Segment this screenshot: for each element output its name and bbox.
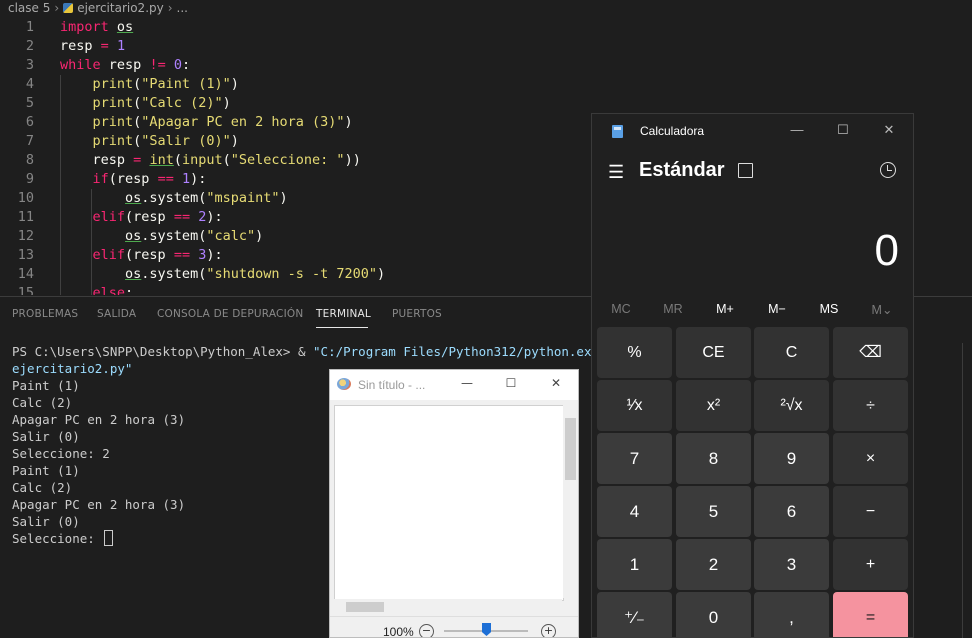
equals-button[interactable]: =: [833, 592, 908, 637]
tab-puertos[interactable]: PUERTOS: [392, 308, 442, 320]
tab-salida[interactable]: SALIDA: [97, 308, 136, 320]
reciprocal-button[interactable]: ¹⁄x: [597, 380, 672, 431]
vertical-scrollbar[interactable]: [563, 401, 578, 598]
zoom-slider-thumb[interactable]: [482, 623, 491, 636]
tab-terminal[interactable]: TERMINAL: [316, 308, 371, 320]
backspace-button[interactable]: ⌫: [833, 327, 908, 378]
calculator-app-icon: [612, 125, 623, 138]
breadcrumb-more[interactable]: ...: [177, 0, 188, 16]
digit-2-button[interactable]: 2: [676, 539, 751, 590]
tab-consola-depuracion[interactable]: CONSOLA DE DEPURACIÓN: [157, 308, 303, 320]
memory-list-button[interactable]: M⌄: [862, 302, 902, 317]
minimize-icon[interactable]: —: [457, 376, 477, 392]
digit-4-button[interactable]: 4: [597, 486, 672, 537]
breadcrumb-file[interactable]: ejercitario2.py: [77, 0, 164, 16]
hamburger-menu-icon[interactable]: ☰: [608, 162, 624, 183]
digit-9-button[interactable]: 9: [754, 433, 829, 484]
zoom-in-icon[interactable]: +: [541, 624, 556, 637]
calculator-title: Calculadora: [640, 124, 705, 138]
digit-6-button[interactable]: 6: [754, 486, 829, 537]
terminal-line: Apagar PC en 2 hora (3): [12, 497, 186, 512]
tab-problemas[interactable]: PROBLEMAS: [12, 308, 78, 320]
mr-button[interactable]: MR: [653, 302, 693, 316]
terminal-line: Apagar PC en 2 hora (3): [12, 412, 186, 427]
negate-button[interactable]: ⁺⁄₋: [597, 592, 672, 637]
zoom-out-icon[interactable]: −: [419, 624, 434, 637]
clear-entry-button[interactable]: CE: [676, 327, 751, 378]
close-icon[interactable]: ✕: [546, 376, 566, 392]
keep-on-top-icon[interactable]: [738, 163, 753, 178]
add-button[interactable]: +: [833, 539, 908, 590]
digit-5-button[interactable]: 5: [676, 486, 751, 537]
paint-app-icon: [337, 378, 351, 390]
chevron-right-icon: ›: [54, 1, 60, 15]
calculator-window[interactable]: Calculadora — ☐ ✕ ☰ Estándar 0 MC MR M+ …: [591, 113, 914, 638]
paint-titlebar[interactable]: Sin título - ... — ☐ ✕: [330, 370, 578, 400]
terminal-command-line: PS C:\Users\SNPP\Desktop\Python_Alex> & …: [12, 344, 637, 359]
paint-window[interactable]: Sin título - ... — ☐ ✕ 100% − +: [329, 369, 579, 638]
close-icon[interactable]: ✕: [880, 122, 898, 138]
paint-canvas[interactable]: [334, 405, 564, 601]
active-tab-indicator: [316, 327, 368, 328]
clear-button[interactable]: C: [754, 327, 829, 378]
scrollbar-thumb[interactable]: [565, 418, 576, 480]
breadcrumb-folder[interactable]: clase 5: [8, 0, 50, 16]
python-file-icon: [63, 3, 74, 13]
digit-8-button[interactable]: 8: [676, 433, 751, 484]
history-icon[interactable]: [880, 162, 896, 178]
terminal-cursor: [104, 530, 114, 546]
panel-divider: [962, 343, 972, 638]
horizontal-scrollbar[interactable]: [332, 599, 562, 614]
digit-7-button[interactable]: 7: [597, 433, 672, 484]
minimize-icon[interactable]: —: [788, 122, 806, 138]
subtract-button[interactable]: −: [833, 486, 908, 537]
terminal-line: Seleccione: 2: [12, 446, 110, 461]
maximize-icon[interactable]: ☐: [501, 376, 521, 392]
chevron-right-icon: ›: [167, 1, 173, 15]
multiply-button[interactable]: ×: [833, 433, 908, 484]
ms-button[interactable]: MS: [809, 302, 849, 316]
square-button[interactable]: x²: [676, 380, 751, 431]
paint-title: Sin título - ...: [358, 378, 426, 392]
calculator-mode-title: Estándar: [639, 159, 725, 181]
digit-0-button[interactable]: 0: [676, 592, 751, 637]
square-root-button[interactable]: ²√x: [754, 380, 829, 431]
terminal-line: Salir (0): [12, 429, 80, 444]
scrollbar-thumb[interactable]: [346, 602, 384, 612]
divide-button[interactable]: ÷: [833, 380, 908, 431]
calculator-display: 0: [874, 226, 899, 275]
terminal-input-line[interactable]: Seleccione:: [12, 530, 114, 547]
terminal-line: Paint (1): [12, 463, 80, 478]
digit-1-button[interactable]: 1: [597, 539, 672, 590]
breadcrumb: clase 5 › ejercitario2.py ›...: [0, 0, 972, 16]
terminal-line: Salir (0): [12, 514, 80, 529]
percent-button[interactable]: %: [597, 327, 672, 378]
zoom-level: 100%: [383, 625, 414, 638]
digit-3-button[interactable]: 3: [754, 539, 829, 590]
maximize-icon[interactable]: ☐: [834, 122, 852, 138]
m-plus-button[interactable]: M+: [705, 302, 745, 316]
m-minus-button[interactable]: M−: [757, 302, 797, 316]
terminal-line: ejercitario2.py": [12, 361, 133, 376]
terminal-line: Calc (2): [12, 480, 73, 495]
terminal-line: Paint (1): [12, 378, 80, 393]
decimal-separator-button[interactable]: ,: [754, 592, 829, 637]
mc-button[interactable]: MC: [601, 302, 641, 316]
paint-status-bar: 100% − +: [330, 616, 578, 638]
terminal-line: Calc (2): [12, 395, 73, 410]
